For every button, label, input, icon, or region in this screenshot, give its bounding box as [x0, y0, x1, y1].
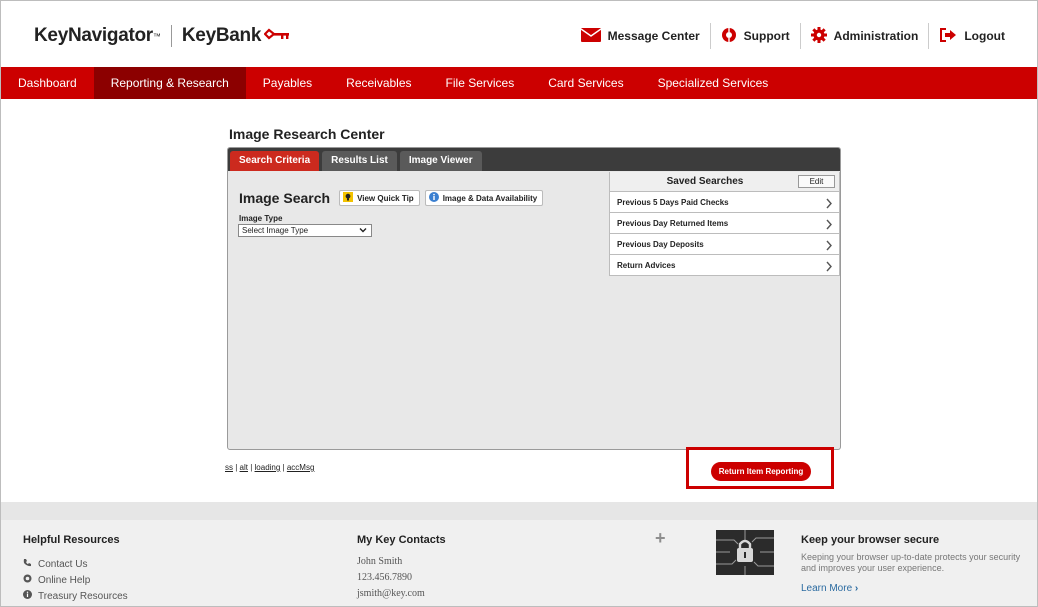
plus-icon: +: [655, 528, 666, 548]
search-panel: Search Criteria Results List Image Viewe…: [227, 147, 841, 450]
image-search-title: Image Search: [239, 190, 331, 206]
lifebuoy-icon: [23, 574, 38, 586]
helpful-resources: Helpful Resources Contact Us Online Help…: [23, 534, 128, 604]
saved-search-item[interactable]: Previous 5 Days Paid Checks: [609, 192, 840, 213]
app-frame: KeyNavigator ™ KeyBank Message Center Su…: [0, 0, 1038, 607]
debug-link-alt[interactable]: alt: [240, 463, 248, 472]
tab-search-criteria[interactable]: Search Criteria: [230, 151, 320, 171]
message-center-link[interactable]: Message Center: [571, 23, 710, 49]
chevron-right-icon: ›: [854, 583, 859, 594]
contact-us-link[interactable]: Contact Us: [23, 556, 128, 572]
saved-search-item[interactable]: Previous Day Returned Items: [609, 213, 840, 234]
keynavigator-wordmark: KeyNavigator: [34, 25, 153, 46]
info-icon: [23, 590, 38, 602]
treasury-resources-link[interactable]: Treasury Resources: [23, 588, 128, 604]
saved-search-item[interactable]: Return Advices: [609, 255, 840, 276]
browser-secure-title: Keep your browser secure: [801, 534, 940, 546]
nav-reporting-research[interactable]: Reporting & Research: [93, 67, 246, 99]
image-data-availability-label: Image & Data Availability: [442, 193, 538, 203]
utility-nav: Message Center Support Administration Lo…: [571, 23, 1015, 49]
saved-searches-header: Saved Searches Edit: [609, 172, 840, 192]
support-label: Support: [743, 29, 790, 43]
my-key-contacts: My Key Contacts John Smith 123.456.7890 …: [357, 534, 446, 604]
my-key-contacts-title: My Key Contacts: [357, 534, 446, 546]
logout-link[interactable]: Logout: [929, 23, 1015, 49]
learn-more-label: Learn More: [801, 583, 853, 594]
chevron-right-icon: [825, 196, 833, 214]
tab-image-viewer[interactable]: Image Viewer: [399, 151, 482, 171]
debug-link-accmsg[interactable]: accMsg: [287, 463, 315, 472]
browser-secure-text: Keeping your browser up-to-date protects…: [801, 552, 1021, 573]
debug-links: ss | alt | loading | accMsg: [225, 463, 315, 472]
chevron-right-icon: [825, 217, 833, 235]
view-quick-tip-button[interactable]: View Quick Tip: [339, 190, 420, 206]
phone-icon: [23, 558, 38, 570]
debug-link-ss[interactable]: ss: [225, 463, 233, 472]
image-type-select[interactable]: Select Image Type: [238, 224, 372, 237]
nav-file-services[interactable]: File Services: [429, 67, 532, 99]
contact-phone: 123.456.7890: [357, 572, 412, 583]
administration-label: Administration: [833, 29, 919, 43]
footer: Helpful Resources Contact Us Online Help…: [1, 502, 1037, 606]
image-type-value: Select Image Type: [242, 226, 309, 235]
chevron-right-icon: [825, 238, 833, 256]
brand-logo[interactable]: KeyNavigator ™ KeyBank: [34, 25, 290, 47]
treasury-resources-label: Treasury Resources: [38, 590, 128, 602]
saved-search-label: Previous Day Returned Items: [617, 219, 729, 228]
main-nav: Dashboard Reporting & Research Payables …: [1, 67, 1037, 99]
browser-secure-promo: Keep your browser secure Keeping your br…: [801, 534, 1036, 594]
saved-search-label: Previous 5 Days Paid Checks: [617, 198, 729, 207]
contact-us-label: Contact Us: [38, 558, 88, 570]
saved-search-item[interactable]: Previous Day Deposits: [609, 234, 840, 255]
helpful-resources-title: Helpful Resources: [23, 534, 120, 546]
envelope-icon: [580, 27, 608, 45]
logout-icon: [939, 27, 964, 45]
image-data-availability-button[interactable]: Image & Data Availability: [424, 190, 544, 206]
chevron-right-icon: [825, 259, 833, 277]
logout-label: Logout: [964, 29, 1005, 43]
main-content: Image Research Center Search Criteria Re…: [1, 99, 1037, 502]
view-quick-tip-label: View Quick Tip: [357, 193, 414, 203]
nav-dashboard[interactable]: Dashboard: [1, 67, 94, 99]
lifebuoy-icon: [721, 27, 744, 46]
trademark-mark: ™: [152, 31, 161, 41]
image-type-label: Image Type: [239, 214, 283, 223]
contact-email[interactable]: jsmith@key.com: [357, 588, 446, 604]
saved-search-label: Previous Day Deposits: [617, 240, 704, 249]
message-center-label: Message Center: [607, 29, 700, 43]
return-item-reporting-button[interactable]: Return Item Reporting: [711, 462, 811, 481]
saved-searches: Saved Searches Edit Previous 5 Days Paid…: [609, 172, 840, 276]
image-search-header: Image Search View Quick Tip Image & Data…: [239, 190, 548, 206]
page-title: Image Research Center: [229, 126, 385, 142]
learn-more-link[interactable]: Learn More ›: [801, 583, 1036, 594]
support-link[interactable]: Support: [711, 23, 800, 49]
saved-search-label: Return Advices: [617, 261, 676, 270]
brand-divider: [170, 25, 172, 47]
keybank-wordmark: KeyBank: [181, 25, 262, 46]
security-lock-image: [716, 530, 774, 575]
online-help-label: Online Help: [38, 574, 91, 586]
nav-specialized-services[interactable]: Specialized Services: [641, 67, 786, 99]
debug-link-loading[interactable]: loading: [255, 463, 281, 472]
top-header: KeyNavigator ™ KeyBank Message Center Su…: [1, 1, 1037, 67]
lightbulb-icon: [343, 192, 354, 204]
online-help-link[interactable]: Online Help: [23, 572, 128, 588]
info-icon: [428, 192, 439, 204]
key-icon: [263, 27, 290, 46]
gear-icon: [810, 26, 834, 46]
contact-name: John Smith: [357, 556, 403, 567]
panel-tabbar: Search Criteria Results List Image Viewe…: [228, 148, 840, 171]
nav-receivables[interactable]: Receivables: [329, 67, 428, 99]
nav-payables[interactable]: Payables: [246, 67, 329, 99]
saved-searches-title: Saved Searches: [666, 176, 744, 187]
tab-results-list[interactable]: Results List: [322, 151, 397, 171]
administration-link[interactable]: Administration: [801, 23, 929, 49]
edit-saved-searches-button[interactable]: Edit: [798, 175, 835, 188]
nav-card-services[interactable]: Card Services: [531, 67, 640, 99]
chevron-down-icon: [359, 226, 367, 237]
